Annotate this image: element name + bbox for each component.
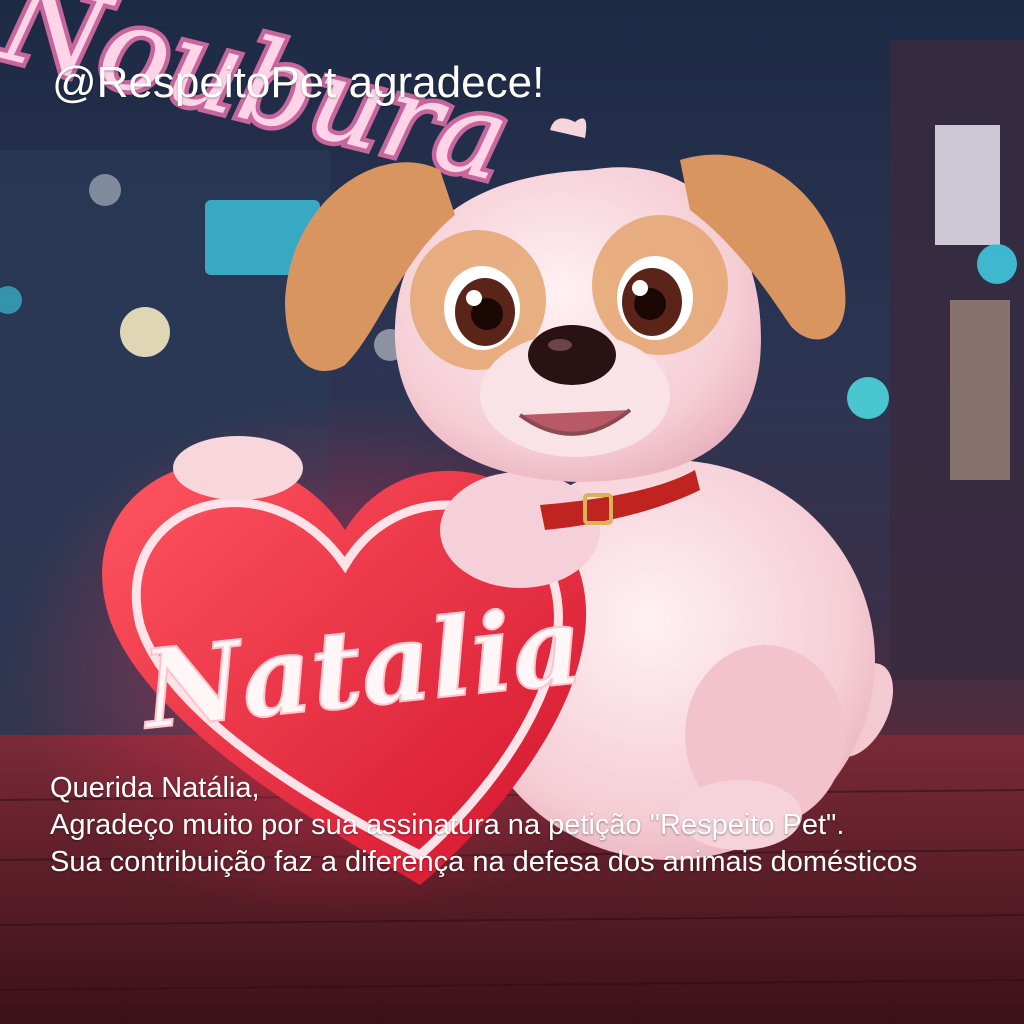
bokeh-light (977, 244, 1017, 284)
thank-you-message: Querida Natália, Agradeço muito por sua … (50, 770, 1024, 881)
message-line: Sua contribuição faz a diferença na defe… (50, 846, 918, 878)
right-eye-highlight (632, 280, 648, 296)
right-doorway-light (950, 300, 1010, 480)
left-eye-highlight (466, 290, 482, 306)
bokeh-light (89, 174, 121, 206)
headline: @RespeitoPet agradece! (52, 58, 545, 107)
message-greeting: Querida Natália, (50, 772, 260, 804)
bokeh-light (847, 377, 889, 419)
dog-left-paw (173, 436, 303, 500)
dog-nose-highlight (548, 339, 572, 351)
dog-nose (528, 325, 616, 385)
dog-hair-tuft (550, 118, 587, 138)
dog-right-paw (440, 472, 600, 588)
bokeh-light (120, 307, 170, 357)
message-line: Agradeço muito por sua assinatura na pet… (50, 809, 845, 841)
right-window-light (935, 125, 1000, 245)
